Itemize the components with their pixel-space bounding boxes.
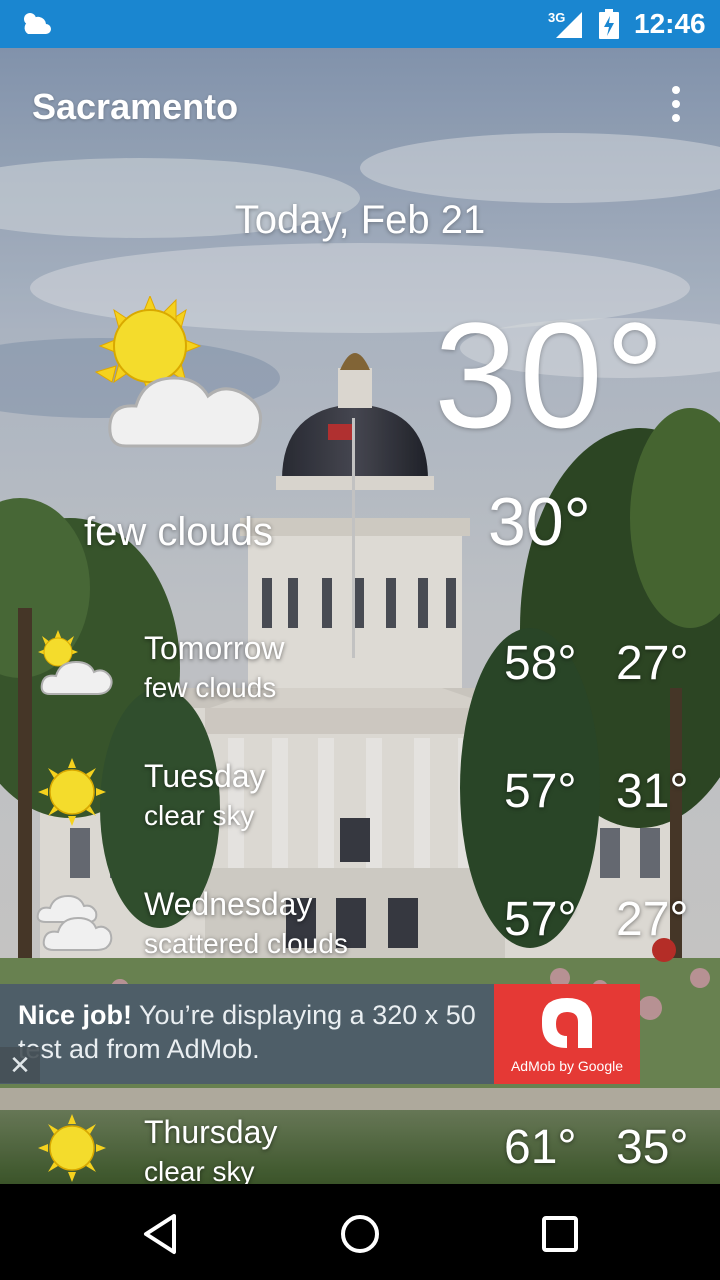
forecast-low: 35° [616, 1121, 689, 1174]
signal-icon: 3G [548, 10, 582, 38]
more-vert-icon-dot [672, 100, 680, 108]
forecast-low: 27° [616, 637, 689, 690]
forecast-low: 31° [616, 765, 689, 818]
forecast-row[interactable]: Tuesday clear sky 57° 31° [0, 758, 720, 886]
admob-logo-icon [542, 998, 592, 1048]
today-date: Today, Feb 21 [234, 198, 486, 242]
home-icon[interactable] [334, 1208, 386, 1260]
forecast-day: Tuesday [144, 758, 266, 794]
ad-headline: Nice job! [18, 1000, 133, 1030]
navigation-bar [0, 1184, 720, 1280]
today-low-temperature: 30° [488, 484, 591, 560]
status-bar: 3G 12:46 [0, 0, 720, 48]
forecast-row[interactable]: Tomorrow few clouds 58° 27° [0, 630, 720, 758]
forecast-day: Tomorrow [144, 630, 285, 666]
forecast-low: 27° [616, 893, 689, 946]
clouds-icon [36, 894, 113, 951]
sun-cloud-icon [94, 296, 263, 448]
forecast-description: clear sky [144, 800, 255, 831]
admob-logo: AdMob by Google [494, 984, 640, 1084]
admob-banner[interactable]: Nice job! You’re displaying a 320 x 50 t… [0, 984, 640, 1084]
battery-charging-icon [599, 9, 619, 39]
forecast-high: 57° [504, 765, 577, 818]
sun-icon [38, 1114, 106, 1182]
forecast-day: Wednesday [144, 886, 313, 922]
ad-close-button[interactable]: ✕ [0, 1047, 40, 1083]
recent-apps-icon[interactable] [534, 1208, 586, 1260]
forecast-day: Thursday [144, 1114, 278, 1150]
network-type-label: 3G [548, 10, 565, 25]
more-vert-icon-dot [672, 114, 680, 122]
current-temperature: 30° [434, 291, 667, 459]
sun-icon [38, 758, 106, 826]
overflow-menu-button[interactable] [656, 78, 696, 130]
back-icon[interactable] [134, 1208, 186, 1260]
sun-cloud-icon [38, 630, 113, 695]
city-title: Sacramento [32, 86, 239, 127]
more-vert-icon [672, 86, 680, 94]
forecast-description: scattered clouds [144, 928, 348, 959]
ad-text: Nice job! You’re displaying a 320 x 50 t… [18, 998, 488, 1066]
weather-notification-icon [24, 13, 51, 34]
forecast-description: few clouds [144, 672, 277, 703]
admob-caption: AdMob by Google [510, 1058, 624, 1074]
status-time: 12:46 [634, 8, 706, 39]
app-toolbar: Sacramento [0, 48, 720, 160]
forecast-high: 61° [504, 1121, 577, 1174]
current-condition: few clouds [84, 510, 273, 554]
forecast-high: 58° [504, 637, 577, 690]
forecast-high: 57° [504, 893, 577, 946]
